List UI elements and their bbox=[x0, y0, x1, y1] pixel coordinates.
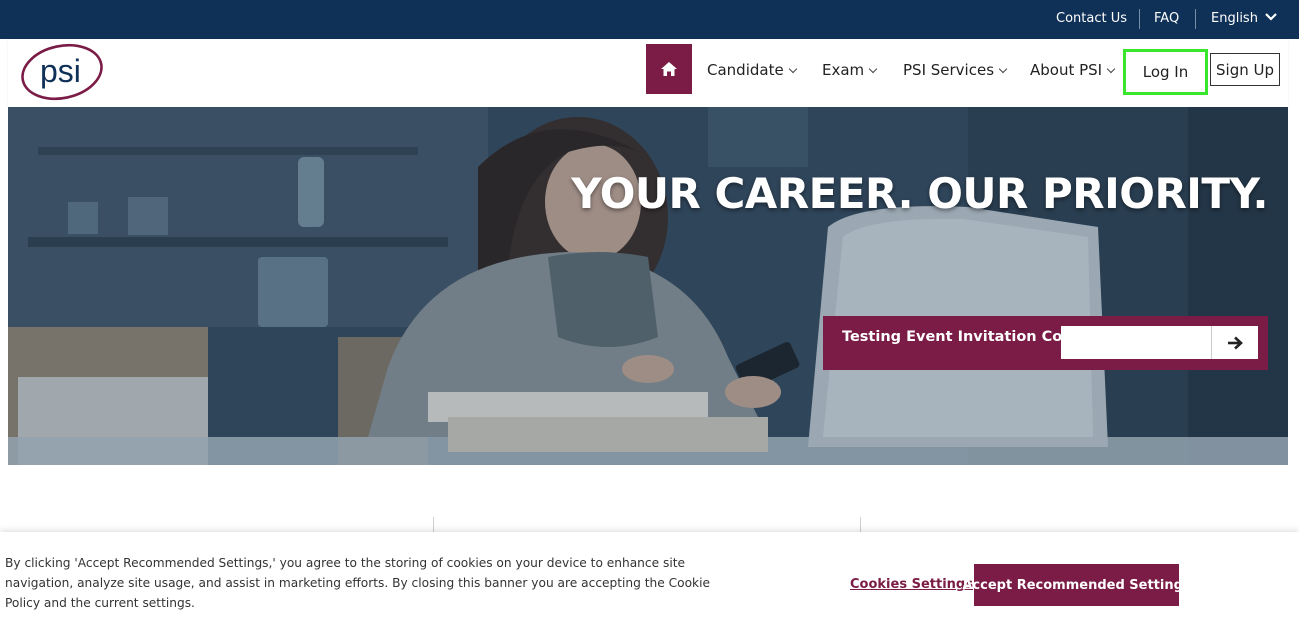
hero-image bbox=[8, 107, 1288, 465]
psi-logo[interactable]: psi bbox=[20, 42, 106, 102]
nav-label: Candidate bbox=[707, 61, 784, 79]
chevron-down-icon bbox=[868, 64, 878, 74]
nav-label: Exam bbox=[822, 61, 865, 79]
logo-text: psi bbox=[40, 53, 81, 89]
nav-about-psi[interactable]: About PSI bbox=[1030, 61, 1116, 79]
cookies-settings-link[interactable]: Cookies Settings bbox=[850, 577, 973, 592]
main-nav: psi Candidate Exam PSI Services About PS… bbox=[8, 39, 1288, 107]
home-button[interactable] bbox=[646, 44, 692, 94]
chevron-down-icon bbox=[998, 64, 1008, 74]
accept-cookies-button[interactable]: Accept Recommended Settings bbox=[962, 564, 1191, 606]
faq-link[interactable]: FAQ bbox=[1154, 11, 1179, 26]
chevron-down-icon bbox=[1106, 64, 1116, 74]
cookie-message: By clicking 'Accept Recommended Settings… bbox=[5, 556, 710, 610]
nav-label: About PSI bbox=[1030, 61, 1103, 79]
submit-code-button[interactable] bbox=[1211, 326, 1258, 359]
utility-bar: Contact Us FAQ English bbox=[0, 0, 1299, 39]
chevron-down-icon bbox=[1265, 13, 1277, 21]
divider bbox=[1139, 9, 1140, 29]
hero-title: YOUR CAREER. OUR PRIORITY. bbox=[571, 169, 1268, 218]
signup-button[interactable]: Sign Up bbox=[1210, 53, 1280, 86]
chevron-down-icon bbox=[788, 64, 797, 74]
nav-candidate[interactable]: Candidate bbox=[707, 61, 797, 79]
contact-us-link[interactable]: Contact Us bbox=[1056, 11, 1127, 26]
invitation-code-label: Testing Event Invitation Code bbox=[842, 329, 1083, 345]
language-selector[interactable]: English bbox=[1211, 11, 1277, 26]
arrow-right-icon bbox=[1228, 336, 1243, 349]
cookie-banner: By clicking 'Accept Recommended Settings… bbox=[0, 532, 1299, 622]
logo-graphic: psi bbox=[21, 43, 103, 101]
nav-label: PSI Services bbox=[903, 61, 995, 79]
home-icon bbox=[661, 62, 677, 76]
hero-banner: YOUR CAREER. OUR PRIORITY. Testing Event… bbox=[8, 107, 1288, 465]
invitation-code-form: Testing Event Invitation Code bbox=[823, 316, 1268, 370]
invitation-code-input[interactable] bbox=[1061, 326, 1211, 359]
nav-psi-services[interactable]: PSI Services bbox=[903, 61, 1008, 79]
divider bbox=[1195, 9, 1196, 29]
language-label: English bbox=[1211, 11, 1258, 26]
login-button[interactable]: Log In bbox=[1123, 49, 1208, 95]
nav-exam[interactable]: Exam bbox=[822, 61, 878, 79]
